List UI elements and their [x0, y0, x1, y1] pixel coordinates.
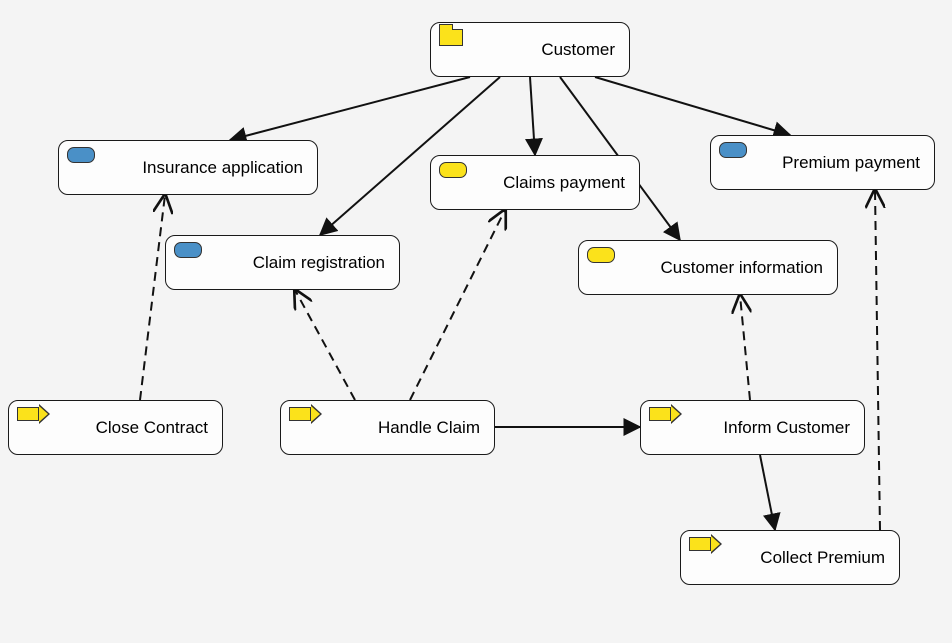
node-insurance-application[interactable]: Insurance application	[58, 140, 318, 195]
node-claims-payment[interactable]: Claims payment	[430, 155, 640, 210]
node-label: Claim registration	[253, 253, 385, 273]
folder-icon	[439, 29, 463, 46]
edge-close_contract-to-insurance_app	[140, 195, 165, 400]
node-label: Collect Premium	[760, 548, 885, 568]
process-arrow-icon	[649, 407, 671, 421]
node-label: Handle Claim	[378, 418, 480, 438]
node-collect-premium[interactable]: Collect Premium	[680, 530, 900, 585]
node-customer-information[interactable]: Customer information	[578, 240, 838, 295]
diagram-canvas: Customer Insurance application Claims pa…	[0, 0, 952, 643]
object-icon	[587, 247, 615, 263]
process-arrow-icon	[689, 537, 711, 551]
node-handle-claim[interactable]: Handle Claim	[280, 400, 495, 455]
node-premium-payment[interactable]: Premium payment	[710, 135, 935, 190]
node-close-contract[interactable]: Close Contract	[8, 400, 223, 455]
process-arrow-icon	[289, 407, 311, 421]
edge-inform_customer-to-customer_info	[740, 295, 750, 400]
node-customer[interactable]: Customer	[430, 22, 630, 77]
edge-customer-to-insurance_app	[230, 77, 470, 140]
node-label: Insurance application	[142, 158, 303, 178]
node-label: Inform Customer	[723, 418, 850, 438]
node-label: Premium payment	[782, 153, 920, 173]
node-label: Customer	[541, 40, 615, 60]
edge-customer-to-premium_payment	[595, 77, 790, 135]
object-icon	[719, 142, 747, 158]
edge-customer-to-claims_payment	[530, 77, 535, 155]
node-label: Customer information	[660, 258, 823, 278]
object-icon	[439, 162, 467, 178]
node-inform-customer[interactable]: Inform Customer	[640, 400, 865, 455]
object-icon	[67, 147, 95, 163]
process-arrow-icon	[17, 407, 39, 421]
edge-collect_premium-to-premium_payment	[875, 190, 880, 530]
edge-inform_customer-to-collect_premium	[760, 455, 775, 530]
object-icon	[174, 242, 202, 258]
node-claim-registration[interactable]: Claim registration	[165, 235, 400, 290]
edge-handle_claim-to-claim_registration	[295, 290, 355, 400]
edge-handle_claim-to-claims_payment	[410, 210, 505, 400]
node-label: Close Contract	[96, 418, 208, 438]
node-label: Claims payment	[503, 173, 625, 193]
